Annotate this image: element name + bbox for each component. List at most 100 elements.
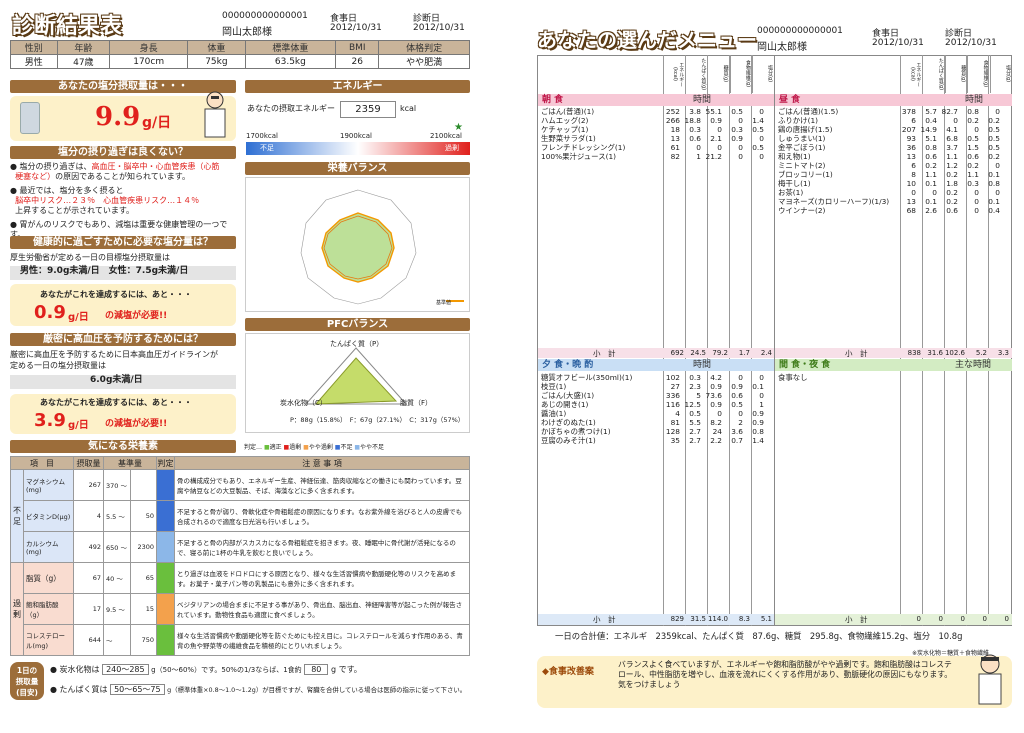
menu-item-value: 0.2 bbox=[925, 161, 937, 170]
menu-item-value: 0.5 bbox=[967, 134, 979, 143]
day-total: 一日の合計値：エネルギ 2359kcal、たんぱく質 87.6g、糖質 295.… bbox=[555, 631, 963, 641]
menu-item-value: 6 bbox=[911, 116, 916, 125]
nut-intake: 492 bbox=[72, 531, 104, 563]
right-patient-id: 000000000000001 bbox=[757, 26, 843, 36]
profile-table: 性別 年齢 身長 体重 標準体重 BMI 体格判定 男性 47歳 170cm 7… bbox=[10, 40, 470, 69]
profile-header: 体格判定 bbox=[378, 40, 470, 55]
menu-item-value: 18 bbox=[670, 125, 680, 134]
healthy-text: 厚生労働省が定める一日の目標塩分摂取量は bbox=[10, 253, 170, 262]
lunch-table: ごはん(普通)(1.5) 378 5.7 82.7 0.8 0 ふりかけ(1) 6 0.4 0 0.… bbox=[777, 107, 1001, 215]
profile-header: BMI bbox=[335, 40, 380, 55]
bp-suffix: の減塩が必要!! bbox=[105, 419, 168, 429]
subtotal-value: 31.6 bbox=[927, 349, 943, 357]
subtotal-value: 2.4 bbox=[760, 349, 772, 357]
profile-header: 性別 bbox=[10, 40, 58, 55]
judge-cell bbox=[156, 562, 176, 594]
menu-item-name: ごはん(普通)(1.5) bbox=[778, 107, 839, 116]
profile-header: 体重 bbox=[187, 40, 246, 55]
menu-item-value: 0.6 bbox=[731, 391, 743, 400]
menu-item-value: 0.9 bbox=[710, 400, 722, 409]
snack-table: 食事なし bbox=[777, 373, 1001, 382]
menu-item-value: 1.1 bbox=[925, 170, 937, 179]
menu-item-value: 0 bbox=[911, 188, 916, 197]
menu-item-value: 8.2 bbox=[710, 418, 722, 427]
menu-item-value: 0.9 bbox=[752, 418, 764, 427]
menu-row: 鶏の唐揚げ(1.5) 207 14.9 4.1 0 0.5 bbox=[777, 125, 1001, 134]
menu-item-value: 336 bbox=[665, 391, 680, 400]
menu-item-value: 0 bbox=[717, 143, 722, 152]
menu-item-value: 0.3 bbox=[731, 125, 743, 134]
menu-item-name: しゅうまい(1) bbox=[778, 134, 826, 143]
menu-item-name: マヨネーズ(カロリーハーフ)(1/3) bbox=[778, 197, 890, 206]
menu-row: ケチャップ(1) 18 0.3 0 0.3 0.5 bbox=[540, 125, 765, 134]
energy-high: 2100kcal bbox=[430, 132, 462, 140]
nut-note: 骨の構成成分でもあり、エネルギー生産、神経伝達、筋肉収縮などの働きにも関わってい… bbox=[174, 469, 470, 501]
nut-name: マグネシウム(mg) bbox=[23, 469, 74, 501]
menu-row: ごはん(大盛)(1) 336 5 73.6 0.6 0 bbox=[540, 391, 765, 400]
menu-item-value: 0.3 bbox=[689, 373, 701, 382]
menu-item-name: わけぎのぬた(1) bbox=[541, 418, 596, 427]
right-diag-date: 2012/10/31 bbox=[945, 38, 997, 48]
menu-item-value: 5 bbox=[696, 391, 701, 400]
menu-item-value: 1.1 bbox=[967, 170, 979, 179]
menu-item-value: 73.6 bbox=[705, 391, 722, 400]
menu-item-value: 0.9 bbox=[752, 409, 764, 418]
menu-item-name: お茶(1) bbox=[778, 188, 804, 197]
menu-item-value: 2.3 bbox=[689, 382, 701, 391]
menu-item-value: 82 bbox=[670, 152, 680, 161]
menu-item-value: 13 bbox=[670, 134, 680, 143]
doctor-icon bbox=[200, 90, 230, 140]
bp-achieve: あなたがこれを達成するには、あと・・・ bbox=[40, 398, 192, 407]
menu-item-value: 0.1 bbox=[988, 170, 1000, 179]
menu-item-name: 枝豆(1) bbox=[541, 382, 567, 391]
menu-item-value: 0 bbox=[932, 188, 937, 197]
nut-intake: 267 bbox=[72, 469, 104, 501]
dinner-title: 夕 食・晩 酌時間 bbox=[538, 359, 774, 371]
nut-max bbox=[130, 469, 158, 501]
balance-title: 栄養バランス bbox=[245, 162, 470, 175]
nut-range: 〜 bbox=[102, 624, 132, 656]
menu-item-value: 0.2 bbox=[988, 152, 1000, 161]
star-icon: ★ bbox=[454, 122, 463, 133]
menu-item-name: フレンチドレッシング(1) bbox=[541, 143, 626, 152]
subtotal-value: 5.2 bbox=[975, 349, 987, 357]
healthy-target: 男性：9.0g未満/日 女性：7.5g未満/日 bbox=[10, 266, 236, 280]
menu-row: フレンチドレッシング(1) 61 0 0 0 0.5 bbox=[540, 143, 765, 152]
menu-item-value: 266 bbox=[665, 116, 680, 125]
menu-row: お茶(1) 0 0 0.2 0 0 bbox=[777, 188, 1001, 197]
menu-item-value: 18.8 bbox=[684, 116, 701, 125]
right-meal-date: 2012/10/31 bbox=[872, 38, 924, 48]
menu-item-value: 0.3 bbox=[967, 179, 979, 188]
menu-item-value: 0 bbox=[738, 152, 743, 161]
menu-item-value: 0.2 bbox=[967, 161, 979, 170]
group-short: 不足 bbox=[10, 469, 24, 563]
menu-item-value: 4.2 bbox=[710, 373, 722, 382]
menu-item-name: ミニトマト(2) bbox=[778, 161, 826, 170]
menu-item-value: 5.5 bbox=[689, 418, 701, 427]
energy-under: 不足 bbox=[260, 144, 274, 152]
pfc-title: PFCバランス bbox=[245, 318, 470, 331]
menu-row: ハムエッグ(2) 266 18.8 0.9 0 1.4 bbox=[540, 116, 765, 125]
menu-item-value: 4 bbox=[675, 409, 680, 418]
menu-item-value: 0.8 bbox=[988, 179, 1000, 188]
advice-text: バランスよく食べていますが、エネルギーや飽和脂肪酸がやや過剰です。飽和脂肪酸はコ… bbox=[618, 660, 953, 689]
profile-value: 63.5kg bbox=[244, 54, 337, 69]
diag-date: 2012/10/31 bbox=[413, 23, 465, 33]
menu-item-name: ごはん(普通)(1) bbox=[541, 107, 595, 116]
subtotal-value: 0 bbox=[1004, 615, 1009, 623]
nut-max: 15 bbox=[130, 593, 158, 625]
nut-name: 飽和脂肪酸（g） bbox=[23, 593, 74, 625]
menu-item-value: 4.1 bbox=[946, 125, 958, 134]
subtotal-value: 102.6 bbox=[944, 349, 965, 357]
nut-header: 注 意 事 項 bbox=[174, 456, 470, 470]
bp-title: 厳密に高血圧を予防するためには？ bbox=[10, 333, 236, 346]
nut-range: 9.5 〜 bbox=[102, 593, 132, 625]
daily-protein: ● たんぱく質は 50〜65〜75 g（標準体重×0.8〜1.0〜1.2g）が目… bbox=[50, 684, 467, 695]
menu-item-value: 21.2 bbox=[705, 152, 722, 161]
doctor-avatar-icon bbox=[975, 652, 1005, 706]
nut-range: 370 〜 bbox=[102, 469, 132, 501]
nut-name: コレステロール(mg) bbox=[23, 624, 74, 656]
menu-item-value: 0 bbox=[738, 116, 743, 125]
menu-item-value: 0 bbox=[717, 125, 722, 134]
pfc-values: P：88g（15.8%） F：67g（27.1%） C：317g（57%） bbox=[290, 416, 465, 424]
